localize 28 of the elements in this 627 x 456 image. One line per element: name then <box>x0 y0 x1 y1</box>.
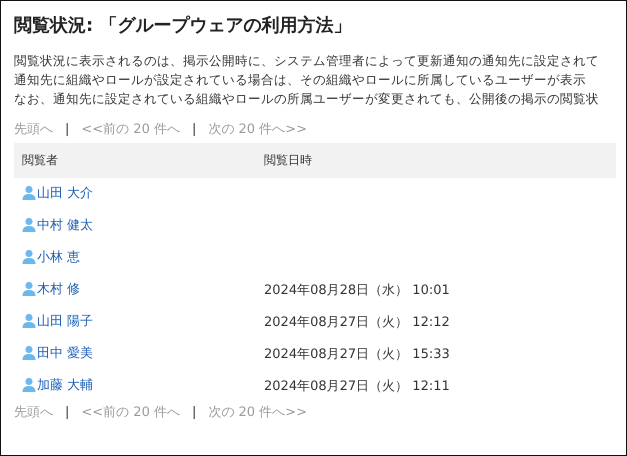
description-line: なお、通知先に設定されている組織やロールの所属ユーザーが変更されても、公開後の掲示の閲覧状 <box>14 90 599 108</box>
page-title: 閲覧状況: 「グループウェアの利用方法」 <box>14 14 352 37</box>
table-cell: 2024年08月27日（火） 12:12 <box>264 315 450 330</box>
column-header: 閲覧日時 <box>264 143 616 178</box>
user-icon <box>22 345 36 360</box>
description-line: 閲覧状況に表示されるのは、掲示公開時に、システム管理者によって更新通知の通知先に設定されて <box>14 52 599 70</box>
separator-text: | <box>65 404 70 420</box>
table-cell: 2024年08月27日（火） 12:11 <box>264 379 450 394</box>
user-link[interactable]: 田中 愛美 <box>22 344 94 362</box>
user-link[interactable]: 山田 陽子 <box>22 312 94 330</box>
user-link[interactable]: 小林 恵 <box>22 248 80 266</box>
table-cell: 2024年08月27日（火） 15:33 <box>264 347 450 362</box>
user-link[interactable]: 加藤 大輔 <box>22 376 94 394</box>
user-link[interactable]: 中村 健太 <box>22 216 94 234</box>
table-cell: 2024年08月28日（水） 10:01 <box>264 283 450 298</box>
user-icon <box>22 217 36 232</box>
description-line: 通知先に組織やロールが設定されている場合は、その組織やロールに所属しているユーザーが表示 <box>14 71 586 89</box>
separator-text: | <box>192 404 196 420</box>
separator-text: | <box>192 122 196 136</box>
user-icon <box>22 249 36 264</box>
user-icon <box>22 281 36 296</box>
user-icon <box>22 185 36 200</box>
user-link[interactable]: 山田 大介 <box>22 184 94 202</box>
user-icon <box>22 313 36 328</box>
user-link[interactable]: 木村 修 <box>22 280 80 298</box>
column-header: 閲覧者 <box>14 143 264 178</box>
user-icon <box>22 377 36 392</box>
separator-text: | <box>65 122 70 136</box>
